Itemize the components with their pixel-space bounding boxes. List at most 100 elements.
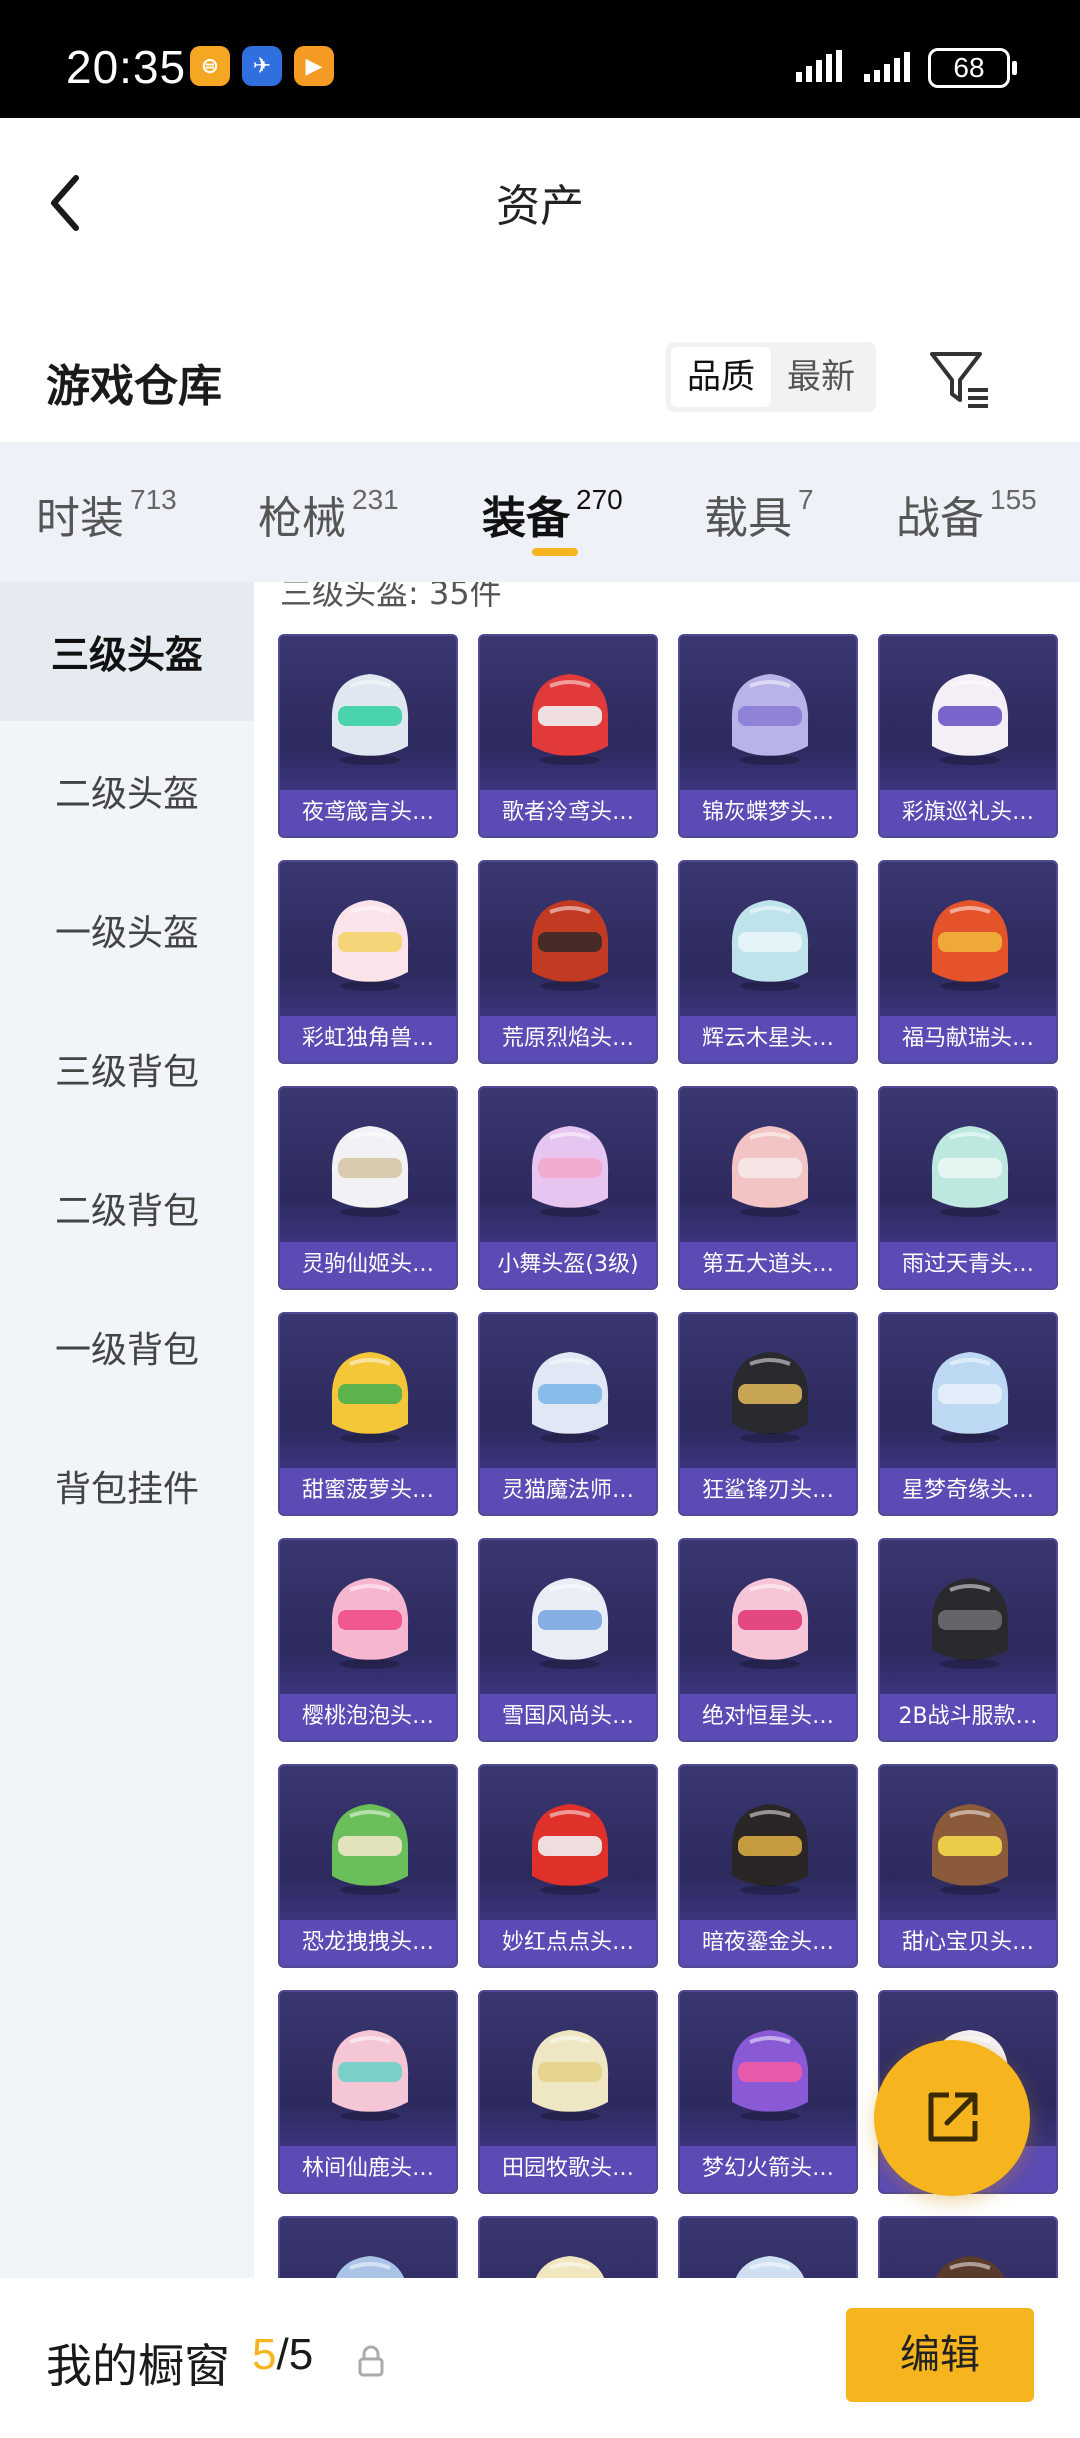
sort-latest-option[interactable]: 最新 [771, 347, 871, 407]
item-card[interactable]: 灵驹仙姬头… [278, 1086, 458, 1290]
helmet-image [531, 2030, 609, 2121]
item-card[interactable]: 星梦奇缘头… [878, 1312, 1058, 1516]
sidebar-item-level3-helmet[interactable]: 三级头盔 [0, 582, 254, 721]
item-name: 樱桃泡泡头… [280, 1694, 456, 1740]
item-name: 彩旗巡礼头… [880, 790, 1056, 836]
warehouse-header: 游戏仓库 品质 最新 [0, 320, 1080, 440]
tab-label: 枪械 [258, 493, 346, 544]
filter-icon[interactable] [924, 342, 994, 412]
signal-icons [796, 50, 910, 82]
item-card[interactable]: 妙红点点头… [478, 1764, 658, 1968]
item-card[interactable]: 狂鲨锋刃头… [678, 1312, 858, 1516]
helmet-image [335, 2256, 405, 2278]
tab-gear[interactable]: 战备 155 [896, 482, 1037, 546]
item-card[interactable]: 樱桃泡泡头… [278, 1538, 458, 1742]
item-card[interactable]: 恐龙拽拽头… [278, 1764, 458, 1968]
item-card[interactable]: 荒原烈焰头… [478, 860, 658, 1064]
helmet-image [731, 1126, 809, 1217]
item-card[interactable]: 林间仙鹿头… [278, 1990, 458, 2194]
sidebar-item-level2-helmet[interactable]: 二级头盔 [0, 721, 254, 860]
item-card[interactable]: 第五大道头… [678, 1086, 858, 1290]
item-name: 第五大道头… [680, 1242, 856, 1288]
showcase-count: 5/5 [252, 2330, 313, 2380]
item-card[interactable]: 辉云木星头… [678, 860, 858, 1064]
item-card[interactable]: 锦灰蝶梦头… [678, 634, 858, 838]
tab-label: 载具 [704, 493, 792, 544]
tab-count: 713 [130, 484, 177, 515]
helmet-image [931, 900, 1009, 991]
sidebar-item-level1-backpack[interactable]: 一级背包 [0, 1277, 254, 1416]
showcase-separator: / [276, 2330, 289, 2379]
item-card[interactable] [478, 2216, 658, 2278]
item-content: 三级头盔: 35件 夜鸢箴言头… 歌者泠鸢头… 锦灰蝶梦头… 彩旗巡礼头… 彩虹独角兽…… [254, 582, 1080, 2278]
page-title: 资产 [496, 181, 584, 232]
sort-quality-option[interactable]: 品质 [671, 347, 771, 407]
tab-vehicles[interactable]: 载具 7 [704, 482, 814, 546]
item-card[interactable]: 彩旗巡礼头… [878, 634, 1058, 838]
item-card[interactable]: 夜鸢箴言头… [278, 634, 458, 838]
item-card[interactable]: 梦幻火箭头… [678, 1990, 858, 2194]
item-card[interactable] [678, 2216, 858, 2278]
app-header: 资产 [0, 118, 1080, 278]
helmet-image [731, 674, 809, 765]
tab-count: 231 [352, 484, 399, 515]
item-card[interactable]: 雨过天青头… [878, 1086, 1058, 1290]
item-name: 2B战斗服款… [880, 1694, 1056, 1740]
helmet-image [731, 1804, 809, 1895]
helmet-image [935, 2256, 1005, 2278]
status-bar: 20:35 ⊜ ✈ ▶ 68 [0, 0, 1080, 118]
item-name: 辉云木星头… [680, 1016, 856, 1062]
showcase-label: 我的橱窗 [46, 2339, 230, 2393]
helmet-image [735, 2256, 805, 2278]
item-name: 绝对恒星头… [680, 1694, 856, 1740]
item-name: 甜心宝贝头… [880, 1920, 1056, 1966]
item-card[interactable]: 雪国风尚头… [478, 1538, 658, 1742]
sidebar-item-level1-helmet[interactable]: 一级头盔 [0, 860, 254, 999]
app-notification-icon: ▶ [294, 46, 334, 86]
item-name: 彩虹独角兽… [280, 1016, 456, 1062]
helmet-image [931, 1352, 1009, 1443]
helmet-image [331, 1352, 409, 1443]
helmet-image [731, 900, 809, 991]
item-card[interactable]: 歌者泠鸢头… [478, 634, 658, 838]
helmet-image [331, 1126, 409, 1217]
helmet-image [731, 1578, 809, 1669]
item-card[interactable]: 福马献瑞头… [878, 860, 1058, 1064]
item-card[interactable]: 小舞头盔(3级) [478, 1086, 658, 1290]
app-notification-icon: ⊜ [190, 46, 230, 86]
item-card[interactable]: 田园牧歌头… [478, 1990, 658, 2194]
helmet-image [331, 1804, 409, 1895]
tab-count: 270 [576, 484, 623, 515]
helmet-image [731, 2030, 809, 2121]
sidebar-item-backpack-charm[interactable]: 背包挂件 [0, 1416, 254, 1555]
item-name: 福马献瑞头… [880, 1016, 1056, 1062]
helmet-image [535, 2256, 605, 2278]
tab-equipment[interactable]: 装备 270 [482, 482, 623, 546]
item-name: 田园牧歌头… [480, 2146, 656, 2192]
item-card[interactable]: 甜蜜菠萝头… [278, 1312, 458, 1516]
tab-fashion[interactable]: 时装 713 [36, 482, 177, 546]
share-button[interactable] [874, 2040, 1030, 2196]
item-card[interactable]: 彩虹独角兽… [278, 860, 458, 1064]
item-card[interactable]: 绝对恒星头… [678, 1538, 858, 1742]
tab-label: 时装 [36, 493, 124, 544]
item-card[interactable]: 甜心宝贝头… [878, 1764, 1058, 1968]
item-card[interactable] [878, 2216, 1058, 2278]
battery-icon: 68 [928, 48, 1017, 88]
showcase-max: 5 [288, 2330, 314, 2379]
item-card[interactable] [278, 2216, 458, 2278]
item-name: 灵驹仙姬头… [280, 1242, 456, 1288]
tab-firearms[interactable]: 枪械 231 [258, 482, 399, 546]
tab-label: 战备 [896, 493, 984, 544]
status-time: 20:35 [66, 41, 187, 93]
item-name: 恐龙拽拽头… [280, 1920, 456, 1966]
edit-button[interactable]: 编辑 [846, 2308, 1034, 2402]
item-card[interactable]: 暗夜鎏金头… [678, 1764, 858, 1968]
helmet-image [531, 1352, 609, 1443]
tab-label: 装备 [482, 493, 570, 544]
item-card[interactable]: 灵猫魔法师… [478, 1312, 658, 1516]
sidebar-item-level3-backpack[interactable]: 三级背包 [0, 999, 254, 1138]
item-name: 暗夜鎏金头… [680, 1920, 856, 1966]
sidebar-item-level2-backpack[interactable]: 二级背包 [0, 1138, 254, 1277]
item-card[interactable]: 2B战斗服款… [878, 1538, 1058, 1742]
